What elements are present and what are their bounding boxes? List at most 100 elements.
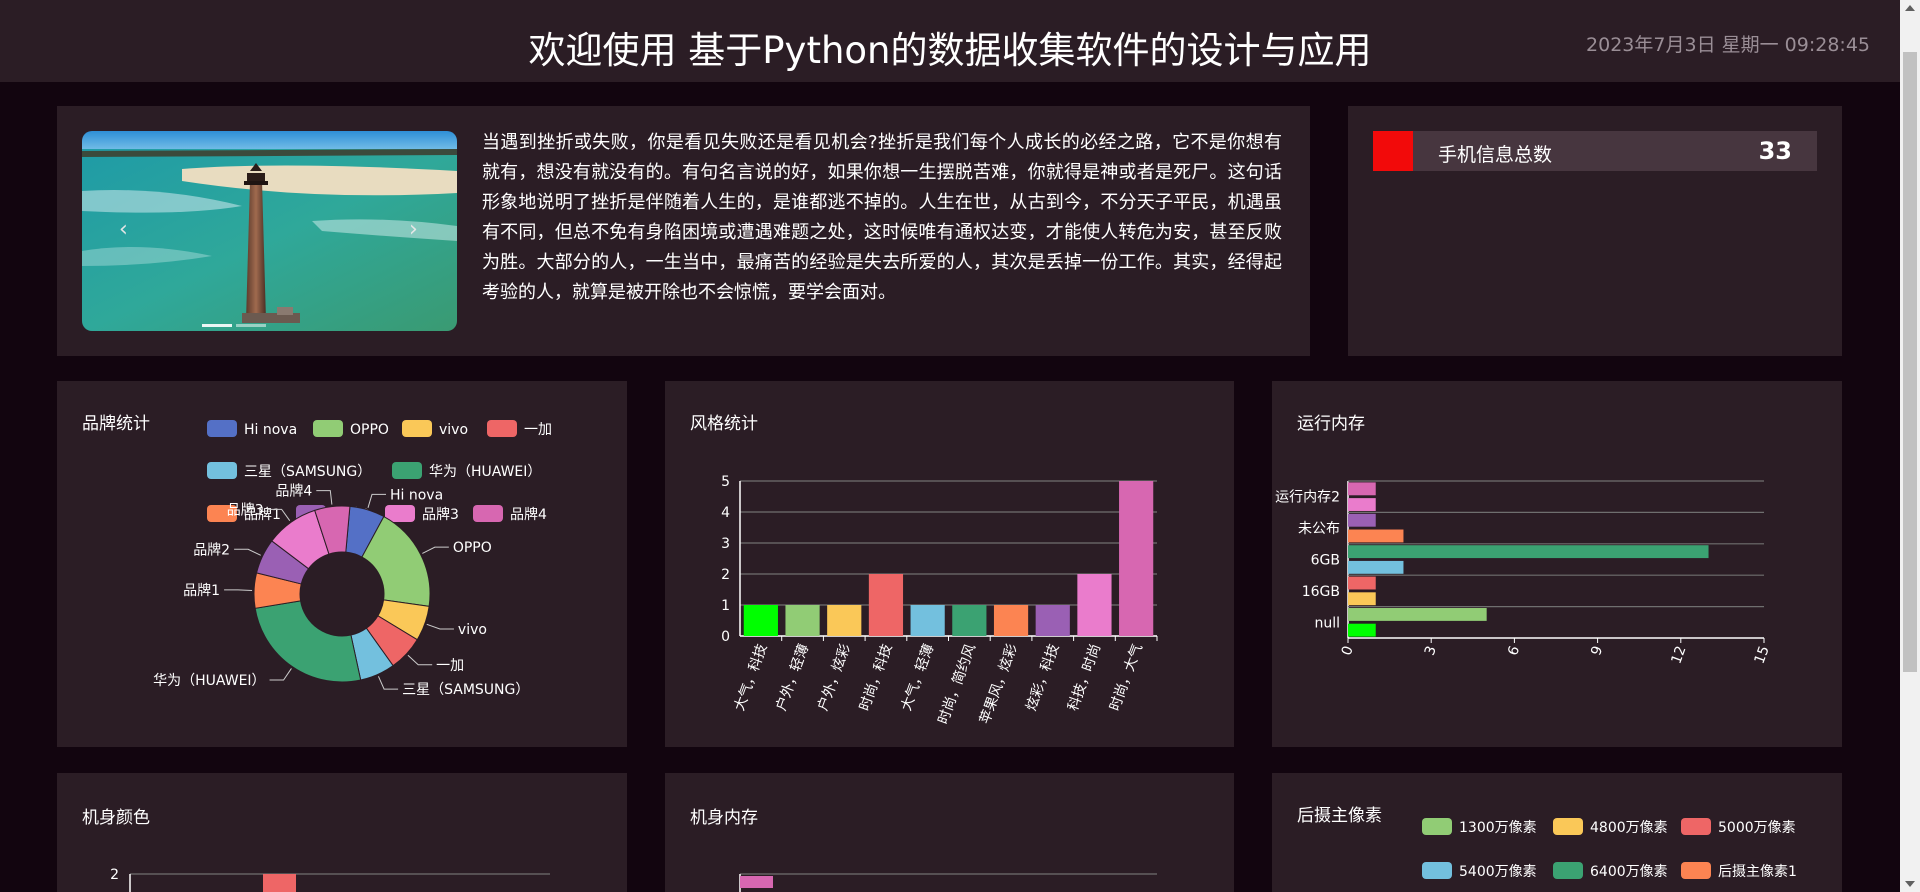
bar bbox=[952, 605, 987, 636]
header: 欢迎使用 基于Python的数据收集软件的设计与应用 2023年7月3日 星期一… bbox=[0, 0, 1900, 82]
ram-panel: 运行内存 null 16GB 6GB 未公布 运行内存2 0 3 6 9 12 15 bbox=[1272, 381, 1842, 747]
camera-pie-chart: 1300万像素 4800万像素 5000万像素 5400万像素 6400万像素 后摄主像素… bbox=[1422, 818, 1797, 880]
legend-swatch bbox=[313, 420, 343, 437]
bar bbox=[993, 605, 1029, 636]
bar bbox=[785, 605, 820, 636]
pie-label: 三星（SAMSUNG） bbox=[402, 682, 529, 698]
carousel-indicators bbox=[202, 324, 322, 327]
intro-text: 当遇到挫折或失败，你是看见失败还是看见机会?挫折是我们每个人成长的必经之路，它不… bbox=[482, 132, 1282, 303]
legend-label: 品牌3 bbox=[422, 506, 459, 523]
bar bbox=[1035, 605, 1070, 636]
y-tick-label: 2 bbox=[110, 867, 119, 883]
x-tick-label: 户外，炫彩 bbox=[814, 642, 854, 714]
bar bbox=[1348, 560, 1404, 574]
x-tick-label: 大气，科技 bbox=[732, 642, 771, 713]
legend-swatch bbox=[487, 420, 517, 437]
bar bbox=[1348, 608, 1487, 621]
bar bbox=[868, 574, 904, 636]
camera-panel: 后摄主像素 1300万像素 4800万像素 5000万像素 5400万像素 6400万像… bbox=[1272, 773, 1842, 892]
bar bbox=[743, 605, 778, 636]
legend-swatch bbox=[207, 420, 237, 437]
legend-label: 5000万像素 bbox=[1718, 820, 1796, 836]
pie-label: 华为（HUAWEI） bbox=[153, 673, 265, 689]
legend-swatch bbox=[1422, 818, 1452, 835]
x-tick-label: 苹果风，炫彩 bbox=[977, 642, 1021, 726]
legend-label: 4800万像素 bbox=[1590, 820, 1668, 836]
brand-pie-chart: Hi nova OPPO vivo 一加三星（SAMSUNG） 华为（HUAWEI） 品牌… bbox=[153, 420, 552, 698]
ram-bar-chart: null 16GB 6GB 未公布 运行内存2 0 3 6 9 12 15 bbox=[1275, 480, 1773, 666]
legend-label: 华为（HUAWEI） bbox=[429, 464, 541, 480]
legend-swatch bbox=[473, 505, 503, 522]
y-tick-label: 2 bbox=[721, 567, 730, 583]
count-value: 33 bbox=[1758, 137, 1792, 165]
pie-label: 品牌4 bbox=[275, 483, 312, 500]
bar bbox=[1348, 529, 1404, 543]
pie-label: OPPO bbox=[453, 540, 492, 556]
bar bbox=[1348, 513, 1376, 527]
pie-label-line bbox=[407, 654, 433, 666]
bar bbox=[263, 874, 296, 892]
x-tick-label: 大气，轻薄 bbox=[898, 642, 937, 713]
page-scrollbar[interactable] bbox=[1900, 0, 1920, 892]
bar bbox=[1348, 498, 1376, 511]
x-tick-label: 时尚，科技 bbox=[857, 642, 896, 713]
scroll-thumb[interactable] bbox=[1903, 52, 1917, 672]
x-tick-label: 时尚，简约风 bbox=[934, 642, 979, 727]
pie-label: vivo bbox=[458, 622, 487, 638]
legend-label: vivo bbox=[439, 422, 468, 438]
brand-panel: 品牌统计 Hi nova OPPO vivo 一加 三星（SAMSUNG） 华为（HUAW… bbox=[57, 381, 627, 747]
y-tick-label: 4 bbox=[721, 505, 730, 521]
pie-slice bbox=[254, 600, 362, 683]
carousel-dot[interactable] bbox=[202, 324, 232, 327]
pie-label-line bbox=[316, 490, 333, 505]
pie-label-line bbox=[269, 668, 292, 681]
rom-panel: 机身内存 bbox=[665, 773, 1234, 892]
legend-swatch bbox=[207, 462, 237, 479]
x-tick-label: 15 bbox=[1752, 644, 1773, 666]
legend-label: 一加 bbox=[524, 422, 552, 438]
legend-label: 后摄主像素1 bbox=[1718, 864, 1797, 880]
bar bbox=[740, 876, 773, 888]
stats-panel: 手机信息总数 33 bbox=[1348, 106, 1842, 356]
legend-swatch bbox=[1422, 862, 1452, 879]
y-tick-label: 3 bbox=[721, 536, 730, 552]
legend-label: Hi nova bbox=[244, 422, 297, 438]
legend-label: 6400万像素 bbox=[1590, 864, 1668, 880]
chevron-right-icon[interactable]: › bbox=[409, 217, 418, 242]
x-tick-label: 6 bbox=[1505, 644, 1523, 658]
legend-label: 1300万像素 bbox=[1459, 820, 1537, 836]
legend-swatch bbox=[1681, 818, 1711, 835]
pie-label: Hi nova bbox=[390, 487, 443, 503]
bar bbox=[1348, 623, 1376, 637]
bar bbox=[910, 605, 945, 636]
x-tick-label: 0 bbox=[1339, 644, 1357, 658]
style-bar-chart: 0 1 2 3 4 5 大气，科技 户外，轻薄 户外，炫彩 时尚，科技 大气，轻薄时尚，简约风苹果风… bbox=[721, 474, 1158, 727]
legend-swatch bbox=[392, 462, 422, 479]
pie-label-line bbox=[426, 623, 454, 630]
scroll-up-icon[interactable] bbox=[1905, 5, 1915, 11]
y-tick-label: 6GB bbox=[1311, 553, 1340, 569]
datetime: 2023年7月3日 星期一 09:28:45 bbox=[1586, 34, 1870, 56]
legend-swatch bbox=[402, 420, 432, 437]
pie-label-line bbox=[367, 493, 387, 508]
scroll-down-icon[interactable] bbox=[1905, 881, 1915, 887]
x-tick-label: 12 bbox=[1668, 644, 1689, 666]
carousel-dot[interactable] bbox=[236, 324, 266, 327]
y-tick-label: 运行内存2 bbox=[1275, 490, 1340, 506]
pie-label-line bbox=[377, 676, 399, 690]
y-tick-label: 16GB bbox=[1302, 584, 1340, 600]
chevron-left-icon[interactable]: ‹ bbox=[119, 217, 128, 242]
y-tick-label: 0 bbox=[721, 629, 730, 645]
bar bbox=[1077, 574, 1112, 636]
legend-swatch bbox=[1553, 862, 1583, 879]
legend-swatch bbox=[1681, 862, 1711, 879]
color-panel: 机身颜色 2 bbox=[57, 773, 627, 892]
intro-panel: ‹ › 当遇到挫折或失败，你是看见失败还是看见机会?挫折是我们每个人成长的必经之… bbox=[57, 106, 1310, 356]
y-tick-label: 未公布 bbox=[1298, 521, 1340, 537]
count-accent bbox=[1373, 131, 1413, 171]
bar bbox=[1348, 592, 1376, 606]
image-carousel[interactable]: ‹ › bbox=[82, 131, 457, 331]
pie-label: 一加 bbox=[436, 658, 464, 674]
legend-swatch bbox=[1553, 818, 1583, 835]
pie-label-line bbox=[224, 589, 253, 591]
